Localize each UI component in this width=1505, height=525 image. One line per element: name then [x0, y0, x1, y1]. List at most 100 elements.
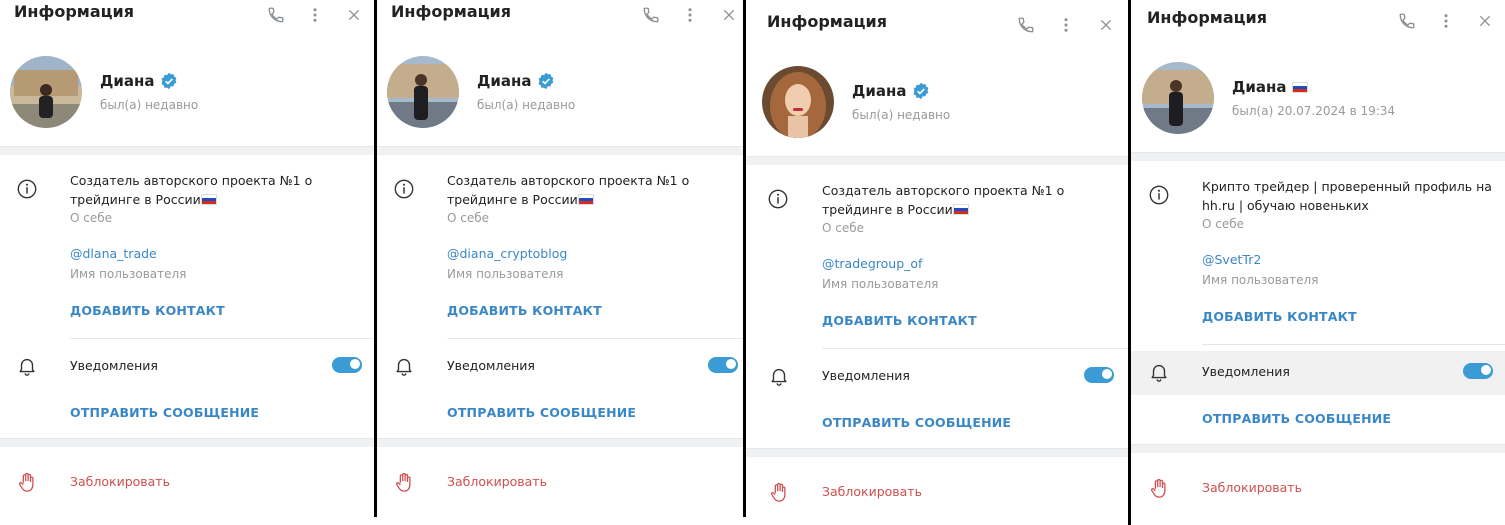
username-caption: Имя пользователя — [447, 267, 564, 281]
bio-line-2: трейдинге в России — [447, 190, 697, 209]
block-button: Заблокировать — [1202, 480, 1302, 495]
username-link[interactable]: @tradegroup_of — [822, 256, 922, 271]
phone-icon[interactable] — [263, 2, 289, 28]
row-divider — [447, 338, 743, 339]
info-icon — [17, 179, 37, 199]
phone-icon[interactable] — [638, 2, 664, 28]
panel-title: Информация — [14, 2, 134, 21]
more-vertical-icon[interactable] — [677, 2, 703, 28]
phone-icon[interactable] — [1013, 12, 1039, 38]
russia-flag-icon — [200, 194, 217, 205]
verified-badge-icon — [539, 72, 554, 90]
profile-name-text: Диана — [100, 72, 155, 90]
send-message-button[interactable]: ОТПРАВИТЬ СООБЩЕНИЕ — [1202, 411, 1391, 426]
section-separator — [0, 438, 374, 447]
section-separator — [746, 448, 1128, 457]
bio-caption: О себе — [822, 221, 865, 235]
add-contact-button[interactable]: ДОБАВИТЬ КОНТАКТ — [1202, 309, 1357, 324]
block-button: Заблокировать — [70, 474, 170, 489]
notifications-row[interactable]: Уведомления — [746, 355, 1128, 399]
username-link[interactable]: @SvetTr2 — [1202, 252, 1261, 267]
section-separator — [377, 438, 743, 447]
more-vertical-icon[interactable] — [302, 2, 328, 28]
username-link[interactable]: @dlana_trade — [70, 246, 157, 261]
more-vertical-icon[interactable] — [1433, 8, 1459, 34]
notifications-row[interactable]: Уведомления — [1131, 351, 1505, 395]
verified-badge-icon — [162, 72, 177, 90]
send-message-button[interactable]: ОТПРАВИТЬ СООБЩЕНИЕ — [822, 415, 1011, 430]
section-separator — [1131, 152, 1505, 161]
profile-name: Диана — [100, 72, 178, 90]
block-row[interactable]: Заблокировать — [1131, 469, 1505, 509]
notifications-toggle[interactable] — [1463, 363, 1493, 379]
profile-name-text: Диана — [1232, 78, 1287, 96]
profile-panel-4: Информация Диана был(а) 20.07.2024 в 19:… — [1131, 0, 1505, 525]
avatar[interactable] — [762, 66, 834, 138]
notifications-row[interactable]: Уведомления — [377, 345, 743, 389]
notifications-toggle[interactable] — [1084, 367, 1114, 383]
add-contact-button[interactable]: ДОБАВИТЬ КОНТАКТ — [70, 303, 225, 318]
block-row[interactable]: Заблокировать — [746, 473, 1128, 513]
row-divider — [70, 338, 374, 339]
profile-name-text: Диана — [477, 72, 532, 90]
bio-line-2: hh.ru | обучаю новеньких — [1202, 198, 1369, 213]
avatar[interactable] — [387, 56, 459, 128]
send-message-button[interactable]: ОТПРАВИТЬ СООБЩЕНИЕ — [70, 405, 259, 420]
russia-flag-icon — [952, 204, 969, 215]
close-icon[interactable] — [716, 2, 742, 28]
username-caption: Имя пользователя — [1202, 273, 1319, 287]
avatar[interactable] — [1142, 62, 1214, 134]
notifications-row[interactable]: Уведомления — [0, 345, 374, 389]
verified-badge-icon — [914, 82, 929, 100]
bio-text: Создатель авторского проекта №1 о трейди… — [447, 171, 697, 209]
notifications-label: Уведомления — [447, 358, 535, 373]
close-icon[interactable] — [1472, 8, 1498, 34]
profile-name-text: Диана — [852, 82, 907, 100]
username-caption: Имя пользователя — [70, 267, 187, 281]
profile-name: Диана — [852, 82, 930, 100]
profile-name: Диана — [1232, 78, 1309, 96]
section-separator — [746, 156, 1128, 165]
block-row[interactable]: Заблокировать — [377, 463, 743, 503]
more-vertical-icon[interactable] — [1053, 12, 1079, 38]
hand-icon — [19, 472, 34, 492]
bio-line-1: Создатель авторского проекта №1 о — [70, 173, 313, 188]
notifications-toggle[interactable] — [332, 357, 362, 373]
panel-title: Информация — [767, 12, 887, 31]
bell-icon — [1151, 364, 1167, 382]
bell-icon — [396, 358, 412, 376]
username-link[interactable]: @diana_cryptoblog — [447, 246, 567, 261]
bio-line-2: трейдинге в России — [70, 190, 320, 209]
add-contact-button[interactable]: ДОБАВИТЬ КОНТАКТ — [822, 313, 977, 328]
panel-title: Информация — [1147, 8, 1267, 27]
block-row[interactable]: Заблокировать — [0, 463, 374, 503]
phone-icon[interactable] — [1394, 8, 1420, 34]
profile-panel-2: Информация Диана был(а) недавно Создател… — [377, 0, 743, 525]
section-separator — [377, 146, 743, 155]
notifications-label: Уведомления — [1202, 364, 1290, 379]
bio-text: Крипто трейдер | проверенный профиль на … — [1202, 177, 1492, 215]
row-divider — [822, 348, 1128, 349]
bio-text: Создатель авторского проекта №1 о трейди… — [822, 181, 1072, 219]
bio-caption: О себе — [447, 211, 490, 225]
last-seen-status: был(а) 20.07.2024 в 19:34 — [1232, 104, 1396, 118]
send-message-button[interactable]: ОТПРАВИТЬ СООБЩЕНИЕ — [447, 405, 636, 420]
avatar[interactable] — [10, 56, 82, 128]
panel-header: Информация — [1131, 6, 1505, 50]
section-separator — [0, 146, 374, 155]
russia-flag-icon — [1292, 81, 1309, 93]
profile-panel-1: Информация Диана был(а) недавно Создател… — [0, 0, 374, 525]
panel-header: Информация — [377, 0, 743, 44]
last-seen-status: был(а) недавно — [477, 98, 576, 112]
bio-caption: О себе — [1202, 217, 1245, 231]
panel-header: Информация — [0, 0, 374, 44]
close-icon[interactable] — [341, 2, 367, 28]
add-contact-button[interactable]: ДОБАВИТЬ КОНТАКТ — [447, 303, 602, 318]
bio-text: Создатель авторского проекта №1 о трейди… — [70, 171, 320, 209]
notifications-toggle[interactable] — [708, 357, 738, 373]
panel-header: Информация — [746, 10, 1128, 54]
hand-icon — [396, 472, 411, 492]
close-icon[interactable] — [1093, 12, 1119, 38]
block-button: Заблокировать — [822, 484, 922, 499]
bio-line-1: Создатель авторского проекта №1 о — [447, 173, 690, 188]
